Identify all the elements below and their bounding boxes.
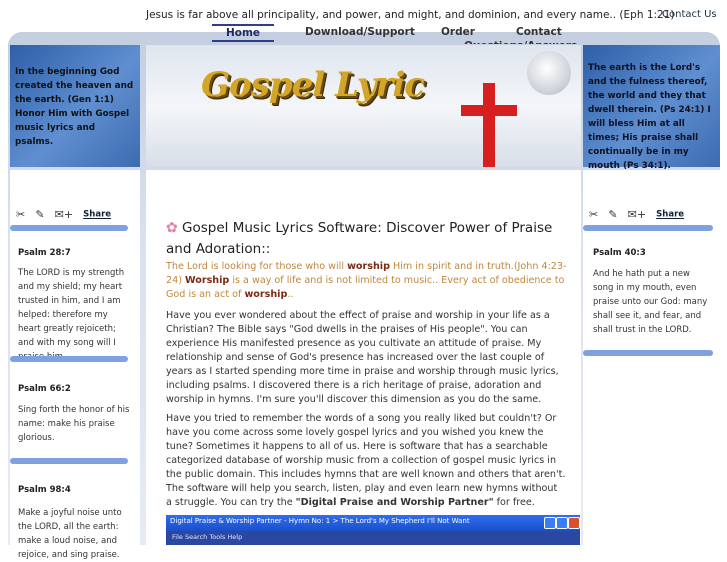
top-verse: Jesus is far above all principality, and…	[146, 9, 675, 21]
email-add-icon[interactable]: ✉+	[628, 208, 646, 221]
left-sidebar: ✂ ✎ ✉+ Share Psalm 28:7 The LORD is my s…	[10, 170, 140, 560]
divider-bar	[10, 225, 128, 231]
worship-keyword: worship	[244, 289, 288, 300]
worship-keyword: Worship	[185, 275, 230, 286]
product-name: "Digital Praise and Worship Partner"	[295, 497, 494, 508]
page-title-text: Gospel Music Lyrics Software: Discover P…	[166, 220, 553, 257]
psalm-text: Sing forth the honor of his name: make h…	[18, 405, 130, 443]
edit-icon[interactable]: ✎	[35, 208, 44, 221]
left-verse-box: In the beginning God created the heaven …	[10, 45, 140, 167]
paragraph: Have you ever wondered about the effect …	[166, 310, 559, 405]
divider-bar	[10, 458, 128, 464]
psalm-title: Psalm 40:3	[593, 248, 646, 258]
left-verse-text: In the beginning God created the heaven …	[15, 67, 134, 147]
app-window-title: Digital Praise & Worship Partner - Hymn …	[170, 517, 470, 525]
right-sidebar: ✂ ✎ ✉+ Share Psalm 40:3 And he hath put …	[583, 170, 720, 545]
share-tools: ✂ ✎ ✉+ Share	[589, 204, 684, 221]
divider-bar	[583, 225, 713, 231]
maximize-icon	[556, 517, 568, 529]
main-nav: Home Download/Support Order Contact Ques…	[146, 24, 582, 44]
share-tools: ✂ ✎ ✉+ Share	[16, 204, 111, 221]
share-link[interactable]: Share	[83, 210, 111, 220]
page-title: ✿ Gospel Music Lyrics Software: Discover…	[166, 218, 576, 260]
main-content: ✿ Gospel Music Lyrics Software: Discover…	[146, 170, 581, 545]
intro-text: The Lord is looking for those who will w…	[166, 260, 576, 302]
divider-bar	[10, 356, 128, 362]
scissors-icon[interactable]: ✂	[16, 208, 25, 221]
psalm-title: Psalm 28:7	[18, 248, 71, 258]
right-verse-text: The earth is the Lord's and the fulness …	[588, 63, 711, 171]
nav-order[interactable]: Order	[441, 26, 475, 38]
flower-icon: ✿	[166, 220, 178, 236]
scissors-icon[interactable]: ✂	[589, 208, 598, 221]
worship-keyword: worship	[347, 261, 390, 272]
gospel-lyric-logo: Gospel Lyric	[201, 65, 425, 105]
cross-icon	[483, 83, 495, 167]
psalm-text: Make a joyful noise unto the LORD, all t…	[18, 508, 122, 560]
intro-part: ..	[287, 289, 294, 300]
psalm-text: The LORD is my strength and my shield; m…	[18, 268, 125, 362]
dove-icon	[527, 51, 571, 95]
share-link[interactable]: Share	[656, 210, 684, 220]
psalm-title: Psalm 66:2	[18, 384, 71, 394]
cross-icon-bar	[461, 105, 517, 116]
minimize-icon	[544, 517, 556, 529]
intro-part: The Lord is looking for those who will	[166, 261, 348, 272]
app-screenshot-titlebar: Digital Praise & Worship Partner - Hymn …	[166, 515, 580, 531]
contact-us-link[interactable]: Contact Us	[662, 9, 717, 20]
nav-home[interactable]: Home	[212, 24, 274, 42]
close-icon	[568, 517, 580, 529]
paragraph-part: Have you tried to remember the words of …	[166, 413, 566, 508]
nav-questions-answers[interactable]: Questions/Answers	[464, 40, 577, 44]
nav-contact[interactable]: Contact	[516, 26, 562, 38]
paragraph-part: for free.	[493, 497, 535, 508]
email-add-icon[interactable]: ✉+	[55, 208, 73, 221]
nav-download-support[interactable]: Download/Support	[305, 26, 415, 38]
banner: Gospel Lyric	[146, 45, 581, 167]
app-screenshot-menu: File Search Tools Help	[166, 531, 580, 545]
paragraph: Have you tried to remember the words of …	[166, 412, 566, 510]
divider-bar	[583, 350, 713, 356]
edit-icon[interactable]: ✎	[608, 208, 617, 221]
psalm-text: And he hath put a new song in my mouth, …	[593, 269, 708, 335]
psalm-title: Psalm 98:4	[18, 485, 71, 495]
right-verse-box: The earth is the Lord's and the fulness …	[583, 45, 720, 171]
